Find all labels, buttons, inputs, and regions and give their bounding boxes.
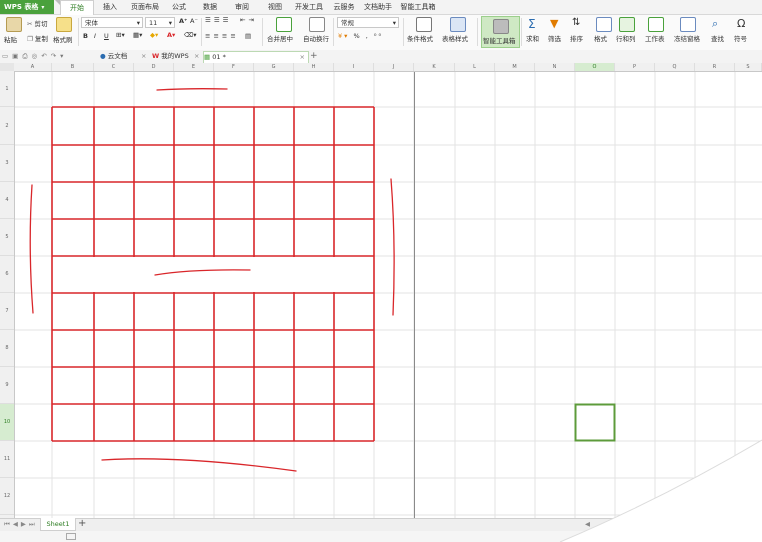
- page-curl-decoration: [559, 439, 762, 542]
